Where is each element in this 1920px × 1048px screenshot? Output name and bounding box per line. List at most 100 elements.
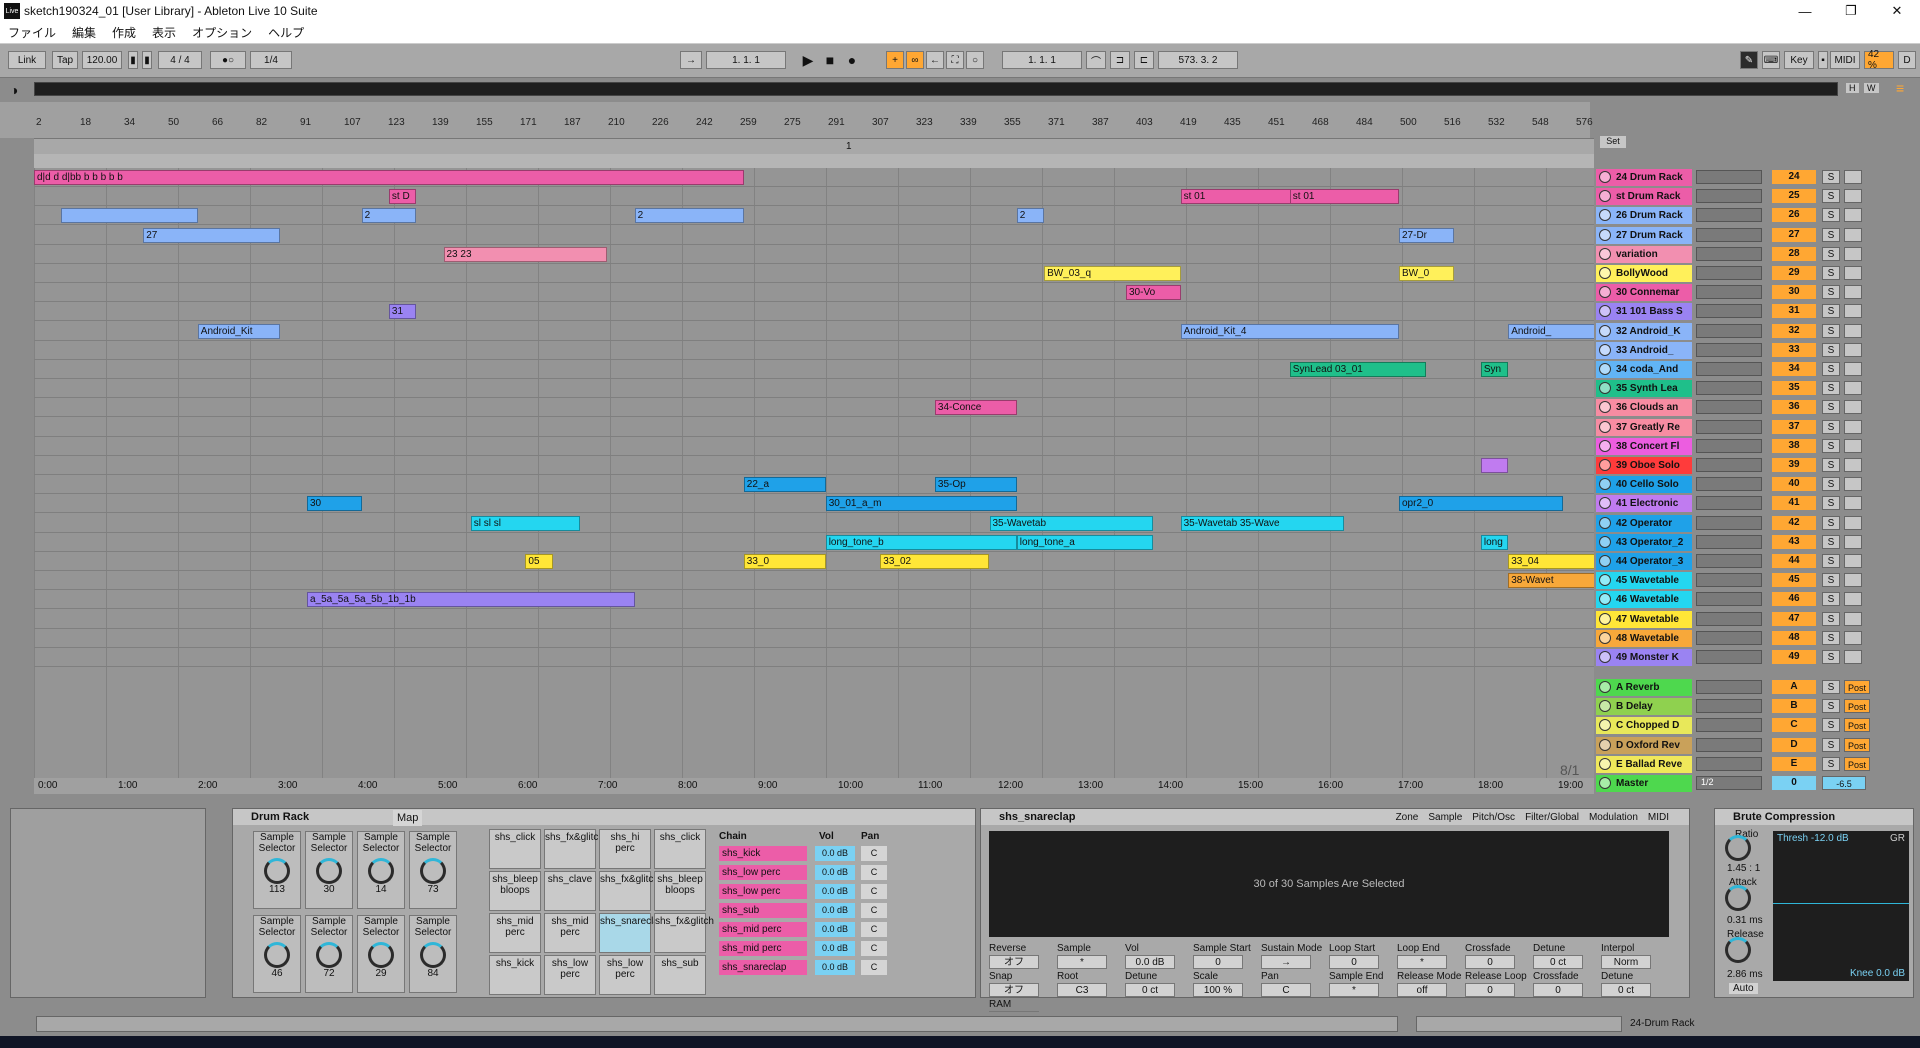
solo-button[interactable]: S bbox=[1822, 400, 1840, 415]
arrangement-view[interactable]: d|d d d|bb b b b b b st Dst 01st 01 2 2 2 27 2… bbox=[34, 168, 1594, 778]
punch-in-icon[interactable]: ⊐ bbox=[1110, 51, 1130, 69]
arm-icon[interactable] bbox=[1844, 400, 1862, 415]
solo-button[interactable]: S bbox=[1822, 699, 1840, 714]
arm-icon[interactable] bbox=[1844, 496, 1862, 511]
track-play-icon[interactable] bbox=[1599, 516, 1611, 529]
track-play-icon[interactable] bbox=[1599, 681, 1611, 693]
arm-icon[interactable] bbox=[1844, 362, 1862, 376]
arm-icon[interactable] bbox=[1844, 650, 1862, 664]
track-lane[interactable] bbox=[34, 648, 1594, 667]
track-activator[interactable]: D bbox=[1772, 737, 1816, 752]
arm-icon[interactable] bbox=[1844, 630, 1862, 645]
solo-button[interactable]: S bbox=[1822, 611, 1840, 626]
clip[interactable]: Android_ bbox=[1508, 323, 1594, 339]
clip-slot[interactable] bbox=[1696, 477, 1762, 492]
sampler-param-value[interactable]: * bbox=[1057, 955, 1107, 969]
track-play-icon[interactable] bbox=[1599, 363, 1611, 375]
chain-row[interactable]: shs_snareclap 0.0 dB C bbox=[719, 959, 929, 976]
macro-knob[interactable] bbox=[368, 858, 394, 884]
track-header[interactable]: 42 Operator 42 S bbox=[1594, 514, 1920, 533]
clip[interactable]: 2 bbox=[361, 208, 417, 224]
track-activator[interactable]: E bbox=[1772, 756, 1816, 771]
track-activator[interactable]: 43 bbox=[1772, 534, 1816, 549]
track-header[interactable]: 26 Drum Rack 26 S bbox=[1594, 206, 1920, 225]
track-activator[interactable]: 27 bbox=[1772, 227, 1816, 242]
track-activator[interactable]: 24 bbox=[1772, 170, 1816, 184]
clip-slot[interactable] bbox=[1696, 718, 1762, 733]
close-button[interactable]: ✕ bbox=[1874, 0, 1920, 22]
track-header[interactable]: 40 Cello Solo 40 S bbox=[1594, 475, 1920, 494]
track-activator[interactable]: 28 bbox=[1772, 246, 1816, 261]
solo-button[interactable]: S bbox=[1822, 438, 1840, 453]
track-header[interactable]: 35 Synth Lea 35 S bbox=[1594, 379, 1920, 398]
sampler-param-value[interactable]: 0 bbox=[1533, 983, 1583, 997]
track-header[interactable]: 34 coda_And 34 S bbox=[1594, 360, 1920, 379]
chain-volume[interactable]: 0.0 dB bbox=[815, 865, 855, 880]
solo-button[interactable]: S bbox=[1822, 419, 1840, 434]
drum-pad[interactable]: shs_click bbox=[489, 829, 541, 869]
track-play-icon[interactable] bbox=[1599, 247, 1611, 260]
draw-mode-icon[interactable]: ✎ bbox=[1740, 51, 1758, 69]
arrangement-overview[interactable]: ◑ H W ≡ bbox=[0, 78, 1920, 102]
clip-slot[interactable] bbox=[1696, 438, 1762, 453]
sample-display[interactable]: 30 of 30 Samples Are Selected bbox=[989, 831, 1669, 937]
drum-pad[interactable]: shs_sub bbox=[654, 955, 706, 995]
sampler-tab[interactable]: Filter/Global bbox=[1525, 812, 1579, 823]
track-header[interactable]: 48 Wavetable 48 S bbox=[1594, 629, 1920, 648]
macro-knob-unit[interactable]: Sample Selector 30 bbox=[305, 831, 353, 909]
chain-row[interactable]: shs_sub 0.0 dB C bbox=[719, 902, 929, 919]
drum-pad[interactable]: shs_hi perc bbox=[599, 829, 651, 869]
macro-knob[interactable] bbox=[316, 858, 342, 884]
beat-time-ruler[interactable]: 2 18 34 50 66 82 91 107 123 139 155 171 187 210 226 242… bbox=[0, 102, 1593, 138]
clip[interactable]: 30_01_a_m bbox=[825, 496, 1017, 512]
session-record-icon[interactable]: ○ bbox=[966, 51, 984, 69]
solo-button[interactable]: S bbox=[1822, 534, 1840, 549]
sampler-tab[interactable]: Zone bbox=[1396, 812, 1419, 823]
clip-slot[interactable] bbox=[1696, 400, 1762, 415]
track-activator[interactable]: 45 bbox=[1772, 573, 1816, 588]
track-header[interactable]: 33 Android_ 33 S bbox=[1594, 341, 1920, 360]
chain-name[interactable]: shs_kick bbox=[719, 846, 807, 861]
chain-name[interactable]: shs_snareclap bbox=[719, 960, 807, 975]
map-button[interactable]: Map bbox=[393, 810, 423, 826]
hide-browser-icon[interactable]: ◑ bbox=[10, 82, 18, 98]
macro-knob[interactable] bbox=[316, 942, 342, 968]
solo-button[interactable]: S bbox=[1822, 285, 1840, 300]
clip[interactable]: 35-Op bbox=[934, 477, 1017, 493]
track-activator[interactable]: 32 bbox=[1772, 323, 1816, 338]
chain-row[interactable]: shs_low perc 0.0 dB C bbox=[719, 883, 929, 900]
solo-button[interactable]: S bbox=[1822, 477, 1840, 492]
clip-slot[interactable] bbox=[1696, 592, 1762, 607]
chain-row[interactable]: shs_kick 0.0 dB C bbox=[719, 845, 929, 862]
track-activator[interactable]: 33 bbox=[1772, 342, 1816, 357]
automation-arm-icon[interactable]: ∞ bbox=[906, 51, 924, 69]
clip[interactable]: Android_Kit_4 bbox=[1180, 323, 1399, 339]
chain-name[interactable]: shs_mid perc bbox=[719, 922, 807, 937]
macro-knob-unit[interactable]: Sample Selector 73 bbox=[409, 831, 457, 909]
drum-pad[interactable]: shs_mid perc bbox=[544, 913, 596, 953]
position-field[interactable]: 1. 1. 1 bbox=[706, 51, 786, 69]
track-header[interactable]: variation 28 S bbox=[1594, 245, 1920, 264]
sampler-param-value[interactable]: 0 bbox=[1193, 955, 1243, 969]
sampler-param-value[interactable]: 0 bbox=[1465, 955, 1515, 969]
clip[interactable] bbox=[61, 208, 198, 224]
clip[interactable]: st D bbox=[388, 189, 417, 205]
track-play-icon[interactable] bbox=[1599, 631, 1611, 644]
track-header[interactable]: B Delay B S Post bbox=[1594, 697, 1920, 716]
track-activator[interactable]: 46 bbox=[1772, 592, 1816, 607]
clip-slot[interactable] bbox=[1696, 323, 1762, 338]
track-activator[interactable]: B bbox=[1772, 699, 1816, 714]
sampler-param-value[interactable]: C bbox=[1261, 983, 1311, 997]
solo-button[interactable]: S bbox=[1822, 718, 1840, 733]
sampler-param-value[interactable]: * bbox=[1397, 955, 1447, 969]
clip[interactable]: BW_0 bbox=[1399, 266, 1454, 281]
menu-options[interactable]: オプション bbox=[184, 24, 260, 41]
clip-slot[interactable] bbox=[1696, 650, 1762, 664]
clip-slot[interactable] bbox=[1696, 419, 1762, 434]
macro-knob-unit[interactable]: Sample Selector 113 bbox=[253, 831, 301, 909]
clip[interactable]: 27-Dr bbox=[1399, 227, 1454, 243]
computer-keyboard-icon[interactable]: ⌨ bbox=[1762, 51, 1780, 69]
clip[interactable]: 2 bbox=[1016, 208, 1045, 224]
time-signature-field[interactable]: 4 / 4 bbox=[158, 51, 202, 69]
track-activator[interactable]: 42 bbox=[1772, 515, 1816, 530]
